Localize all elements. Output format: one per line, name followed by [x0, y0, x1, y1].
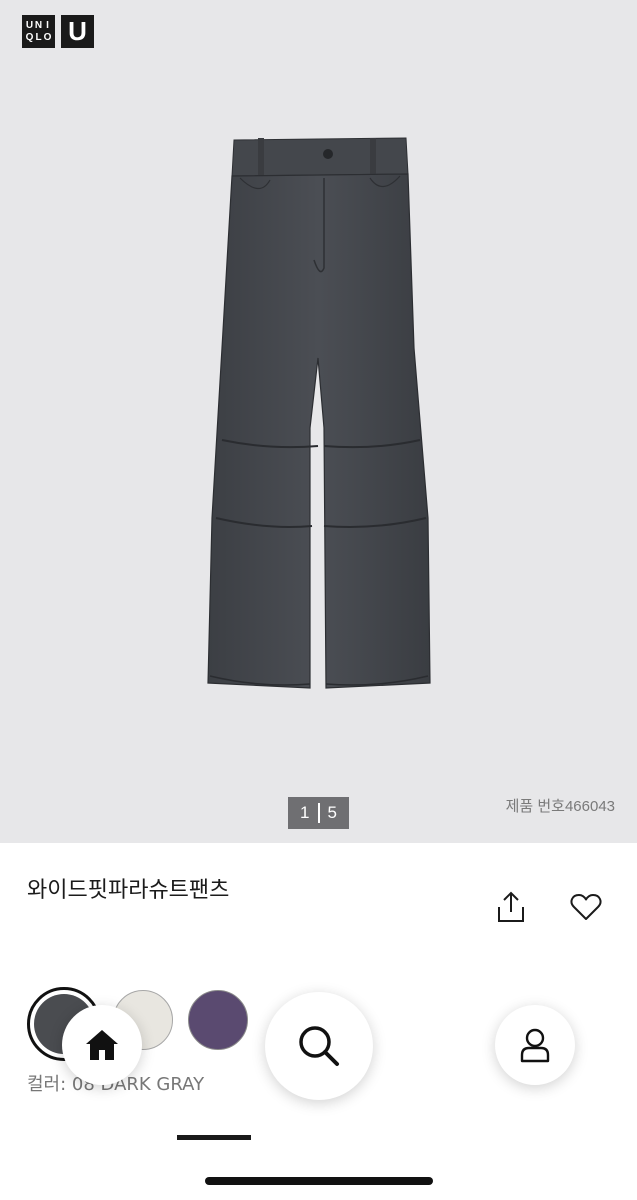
logo-letter: N: [34, 19, 43, 31]
pager-current: 1: [300, 803, 310, 822]
uniqlo-wordmark: U N I Q L O: [22, 15, 55, 48]
search-button[interactable]: [265, 992, 373, 1100]
share-button[interactable]: [492, 888, 530, 926]
home-indicator: [205, 1177, 433, 1185]
product-image: [207, 137, 431, 689]
home-button[interactable]: [62, 1005, 142, 1085]
pager-divider: [317, 803, 320, 823]
logo-letter: L: [35, 31, 42, 43]
wishlist-button[interactable]: [567, 888, 605, 926]
logo-letter: U: [25, 19, 34, 31]
logo-letter: Q: [25, 31, 34, 43]
product-number: 제품 번호466043: [505, 798, 615, 815]
logo-letter: O: [43, 31, 52, 43]
image-pager: 1 5: [288, 797, 349, 829]
user-icon: [520, 1028, 550, 1063]
logo-letter: I: [46, 19, 49, 31]
search-icon: [299, 1026, 339, 1066]
home-icon: [86, 1030, 118, 1060]
tab-underline: [177, 1135, 251, 1140]
uniqlo-logo[interactable]: U N I Q L O U: [22, 15, 94, 48]
product-title: 와이드핏파라슈트팬츠: [27, 878, 230, 903]
product-image-area[interactable]: U N I Q L O U 1 5 제품 번호466043: [0, 0, 637, 843]
pager-total: 5: [327, 803, 337, 822]
heart-icon: [570, 894, 602, 920]
color-swatch-purple[interactable]: [188, 990, 248, 1050]
share-icon: [498, 891, 524, 922]
account-button[interactable]: [495, 1005, 575, 1085]
uniqlo-u-logo: U: [61, 15, 94, 48]
